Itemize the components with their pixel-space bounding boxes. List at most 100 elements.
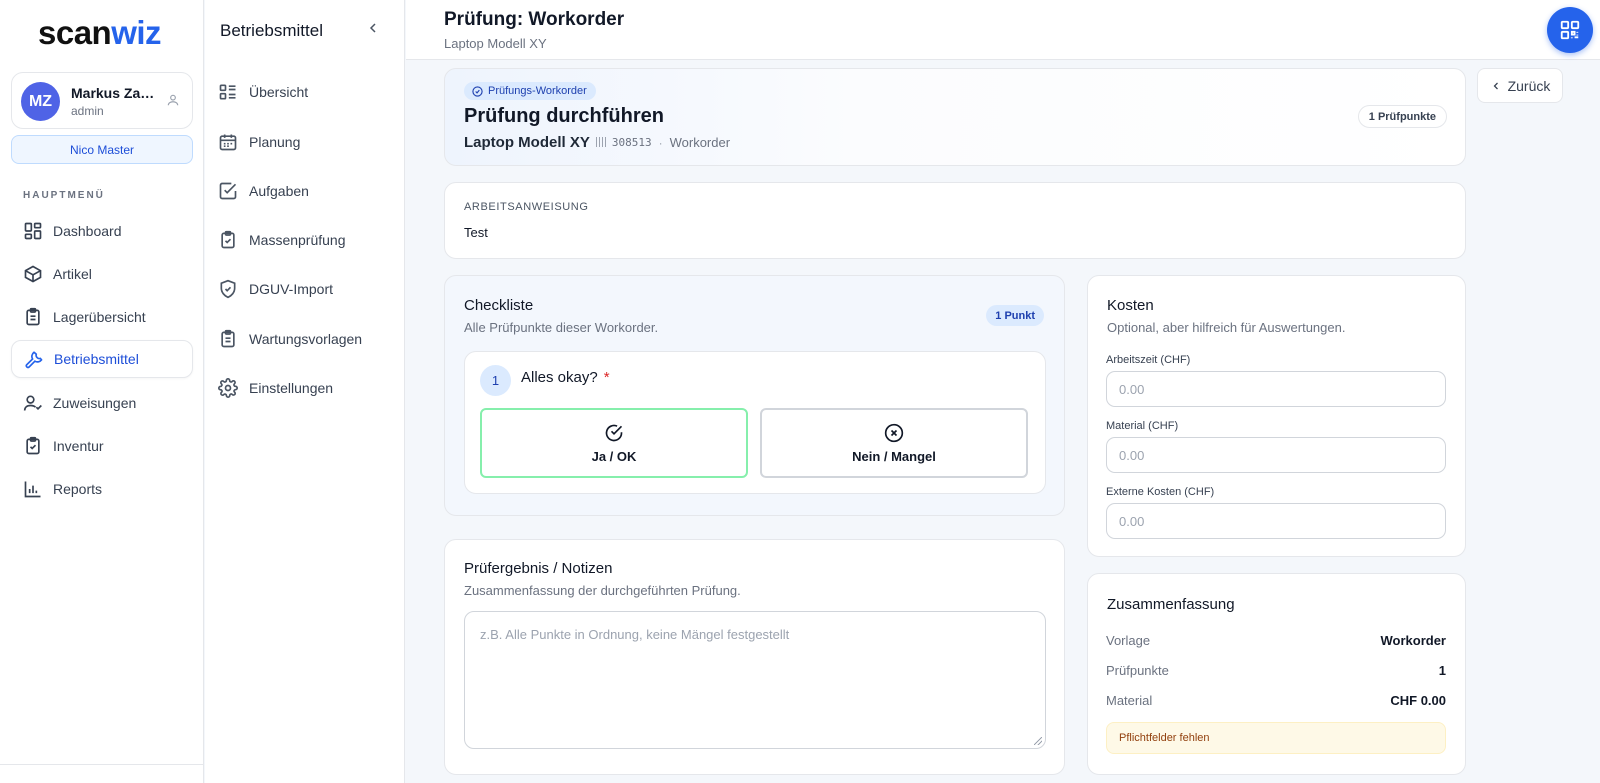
inspection-title: Prüfung durchführen xyxy=(464,105,664,127)
workorder-badge: Prüfungs-Workorder xyxy=(464,82,596,100)
clipboard-list-icon xyxy=(218,329,238,349)
chevron-left-icon xyxy=(1493,82,1498,89)
notes-card: Prüfergebnis / Notizen Zusammenfassung d… xyxy=(444,539,1065,775)
page-subtitle: Laptop Modell XY xyxy=(444,36,547,51)
sidebar-item-artikel[interactable]: Artikel xyxy=(11,255,193,293)
x-circle-icon xyxy=(884,423,904,442)
subnav-item-wartungsvorlagen[interactable]: Wartungsvorlagen xyxy=(218,321,362,357)
instructions-text: Test xyxy=(464,225,488,240)
clipboard-check-icon xyxy=(218,230,238,250)
list-icon xyxy=(218,82,238,102)
sidebar-item-lageruebersicht[interactable]: Lagerübersicht xyxy=(11,298,193,336)
item-question: Alles okay? * xyxy=(521,369,610,386)
work-instructions-card: ARBEITSANWEISUNG Test xyxy=(444,182,1466,259)
separator-dot: · xyxy=(658,136,663,150)
required-marker: * xyxy=(603,369,610,386)
summary-row: Prüfpunkte 1 xyxy=(1106,663,1446,678)
user-name: Markus Zau... xyxy=(71,85,159,101)
shield-check-icon xyxy=(218,279,238,299)
sidebar-item-betriebsmittel[interactable]: Betriebsmittel xyxy=(11,340,193,378)
answer-yes-button[interactable]: Ja / OK xyxy=(480,408,748,478)
asset-barcode: 308513 xyxy=(595,136,652,149)
subnav-item-massenpruefung[interactable]: Massenprüfung xyxy=(218,222,346,258)
subnav-item-label: Einstellungen xyxy=(249,380,334,396)
main-sidebar: scanwiz MZ Markus Zau... admin Nico Mast… xyxy=(0,0,204,783)
sidebar-item-label: Artikel xyxy=(53,266,92,282)
user-icon[interactable] xyxy=(166,93,180,107)
sidebar-item-dashboard[interactable]: Dashboard xyxy=(11,212,193,250)
user-card[interactable]: MZ Markus Zau... admin xyxy=(11,72,193,129)
subnav-item-aufgaben[interactable]: Aufgaben xyxy=(218,173,309,209)
scanwiz-logo[interactable]: scanwiz xyxy=(38,14,162,52)
checklist-item: 1 Alles okay? * Ja / OK Nein / Mangel xyxy=(464,351,1046,494)
bar-chart-icon xyxy=(23,479,43,499)
summary-row: Vorlage Workorder xyxy=(1106,633,1446,648)
sidebar-item-label: Betriebsmittel xyxy=(54,351,139,367)
external-cost-input[interactable]: 0.00 xyxy=(1106,503,1446,539)
missing-fields-warning: Pflichtfelder fehlen xyxy=(1106,722,1446,754)
qr-code-icon xyxy=(1560,20,1580,40)
costs-card: Kosten Optional, aber hilfreich für Ausw… xyxy=(1087,275,1466,557)
sidebar-item-inventur[interactable]: Inventur xyxy=(11,427,193,465)
avatar: MZ xyxy=(21,82,60,121)
checkpoint-count-badge: 1 Prüfpunkte xyxy=(1357,105,1447,128)
card-title: Prüfergebnis / Notizen xyxy=(464,560,613,577)
field-label: Externe Kosten (CHF) xyxy=(1106,486,1215,498)
field-label: Arbeitszeit (CHF) xyxy=(1106,354,1191,366)
subnav-item-uebersicht[interactable]: Übersicht xyxy=(218,74,308,110)
card-description: Zusammenfassung der durchgeführten Prüfu… xyxy=(464,583,741,598)
card-title: Kosten xyxy=(1107,297,1154,314)
subnav-item-label: DGUV-Import xyxy=(249,281,334,297)
sidebar-divider xyxy=(0,764,204,765)
calendar-icon xyxy=(218,132,238,152)
sidebar-item-label: Reports xyxy=(53,481,103,497)
card-title: Zusammenfassung xyxy=(1107,596,1235,613)
asset-line: Laptop Modell XY 308513 · Workorder xyxy=(464,134,730,151)
subnav-item-dguv-import[interactable]: DGUV-Import xyxy=(218,271,333,307)
clipboard-check-icon xyxy=(23,436,43,456)
barcode-icon xyxy=(595,137,608,147)
card-title: Checkliste xyxy=(464,297,534,314)
subnav-item-einstellungen[interactable]: Einstellungen xyxy=(218,370,333,406)
wrench-icon xyxy=(24,349,44,369)
sidebar-item-zuweisungen[interactable]: Zuweisungen xyxy=(11,384,193,422)
resize-handle[interactable] xyxy=(1034,737,1042,745)
check-circle-icon xyxy=(472,85,483,97)
summary-row: Material CHF 0.00 xyxy=(1106,693,1446,708)
checklist-count-badge: 1 Punkt xyxy=(986,305,1044,326)
gear-icon xyxy=(218,378,238,398)
asset-name: Laptop Modell XY xyxy=(464,134,590,151)
item-number: 1 xyxy=(480,365,511,396)
checklist-card: Checkliste Alle Prüfpunkte dieser Workor… xyxy=(444,275,1065,516)
subnav-item-label: Planung xyxy=(249,134,301,150)
user-check-icon xyxy=(23,393,43,413)
subnav-item-label: Wartungsvorlagen xyxy=(249,331,363,347)
sidebar-item-label: Lagerübersicht xyxy=(53,309,146,325)
box-icon xyxy=(23,264,43,284)
nav-heading: HAUPTMENÜ xyxy=(23,190,105,201)
card-description: Alle Prüfpunkte dieser Workorder. xyxy=(464,320,659,335)
back-button[interactable]: Zurück xyxy=(1477,68,1563,103)
sidebar-item-label: Inventur xyxy=(53,438,104,454)
chevron-left-icon xyxy=(369,23,376,33)
collapse-sidebar-button[interactable] xyxy=(365,20,381,36)
qr-scan-button[interactable] xyxy=(1547,7,1593,53)
clipboard-icon xyxy=(23,307,43,327)
section-title: Betriebsmittel xyxy=(220,21,323,40)
section-label: ARBEITSANWEISUNG xyxy=(464,201,589,213)
page-header: Prüfung: Workorder Laptop Modell XY xyxy=(406,0,1600,60)
sidebar-item-label: Zuweisungen xyxy=(53,395,137,411)
notes-textarea[interactable]: z.B. Alle Punkte in Ordnung, keine Mänge… xyxy=(464,611,1046,749)
sidebar-item-reports[interactable]: Reports xyxy=(11,470,193,508)
sidebar-item-label: Dashboard xyxy=(53,223,122,239)
user-role: admin xyxy=(71,104,104,118)
material-cost-input[interactable]: 0.00 xyxy=(1106,437,1446,473)
subnav-item-label: Massenprüfung xyxy=(249,232,346,248)
labor-cost-input[interactable]: 0.00 xyxy=(1106,371,1446,407)
answer-no-button[interactable]: Nein / Mangel xyxy=(760,408,1028,478)
field-label: Material (CHF) xyxy=(1106,420,1179,432)
subnav-item-label: Aufgaben xyxy=(249,183,309,199)
organization-switcher[interactable]: Nico Master xyxy=(11,135,193,164)
subnav-item-planung[interactable]: Planung xyxy=(218,124,300,160)
template-type: Workorder xyxy=(669,135,731,150)
